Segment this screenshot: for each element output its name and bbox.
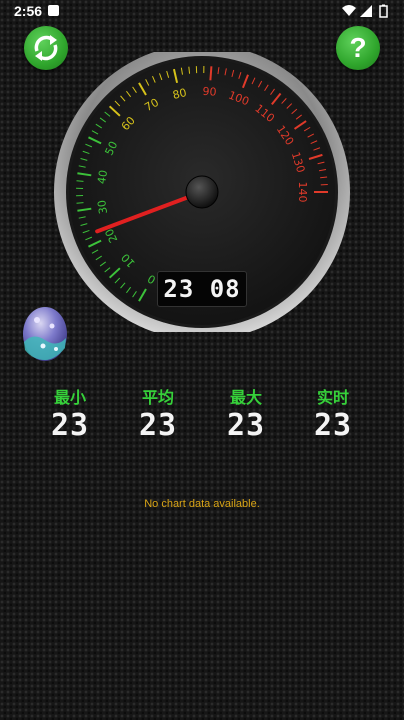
stat-realtime: 实时 23 bbox=[298, 384, 368, 443]
gauge-tick bbox=[209, 66, 213, 81]
chart-empty-message: No chart data available. bbox=[144, 498, 260, 510]
stat-avg-label: 平均 bbox=[141, 390, 174, 407]
gauge-tick-label: 90 bbox=[202, 85, 217, 99]
gauge-tick-label: 40 bbox=[95, 169, 110, 185]
stat-max-label: 最大 bbox=[229, 390, 262, 407]
egg-icon[interactable] bbox=[21, 302, 69, 362]
status-icons bbox=[342, 4, 388, 18]
stat-avg-value: 23 bbox=[138, 408, 178, 443]
stat-max: 最大 23 bbox=[211, 384, 281, 443]
wifi-icon bbox=[342, 5, 356, 16]
gauge-tick bbox=[76, 180, 84, 182]
status-time: 2:56 bbox=[14, 3, 43, 19]
gauge-tick-label: 30 bbox=[95, 199, 110, 215]
stat-realtime-value: 23 bbox=[313, 408, 353, 443]
stat-realtime-label: 实时 bbox=[316, 390, 349, 407]
lcd-display: 23 08 bbox=[157, 271, 247, 307]
battery-icon bbox=[379, 5, 388, 18]
stat-avg: 平均 23 bbox=[123, 384, 193, 443]
signal-icon bbox=[360, 5, 372, 17]
gauge-tick-label: 140 bbox=[296, 182, 309, 203]
gauge-tick bbox=[76, 202, 84, 204]
stat-max-value: 23 bbox=[226, 408, 266, 443]
stat-min-label: 最小 bbox=[53, 390, 86, 407]
notification-icon bbox=[48, 5, 59, 16]
stat-min-value: 23 bbox=[50, 408, 90, 443]
gauge-hub bbox=[185, 175, 219, 209]
stat-min: 最小 23 bbox=[35, 384, 105, 443]
status-bar: 2:56 bbox=[0, 0, 404, 24]
